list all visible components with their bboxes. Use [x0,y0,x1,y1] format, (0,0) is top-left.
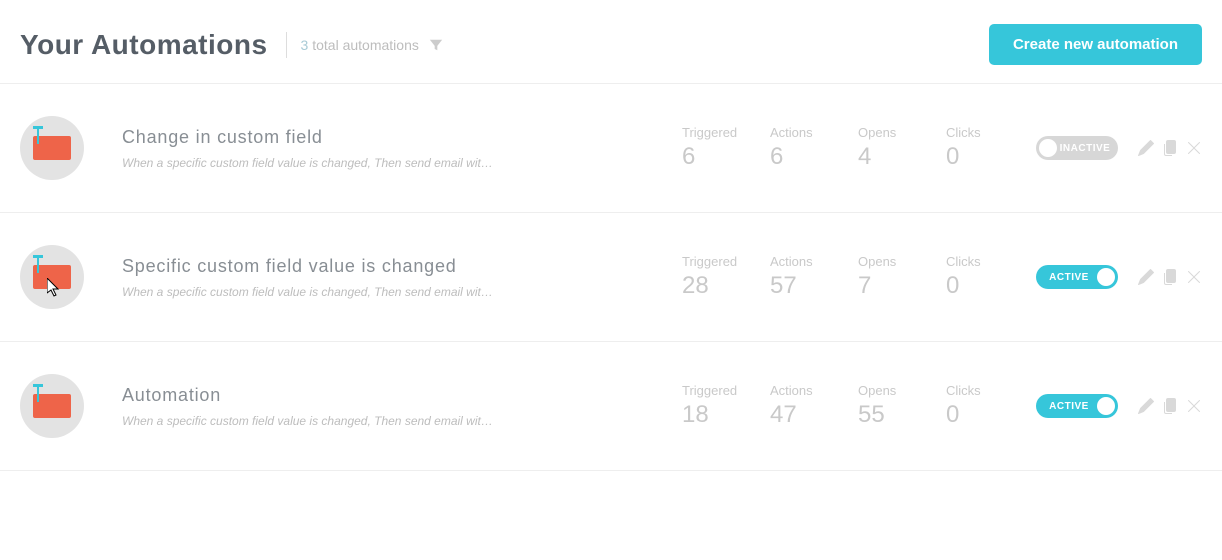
automation-count: 3 total automations [301,37,419,53]
automation-description: When a specific custom field value is ch… [122,156,682,170]
status-toggle[interactable]: ACTIVE [1036,394,1118,418]
stat-triggered: Triggered 28 [682,254,742,300]
header-divider [286,32,287,58]
automation-row[interactable]: Specific custom field value is changed W… [0,213,1222,342]
delete-icon[interactable] [1186,398,1202,414]
automation-title: Change in custom field [122,127,682,148]
edit-icon[interactable] [1138,269,1154,285]
stat-triggered: Triggered 6 [682,125,742,171]
edit-icon[interactable] [1138,140,1154,156]
stat-actions: Actions 47 [770,383,830,429]
status-toggle[interactable]: INACTIVE [1036,136,1118,160]
copy-icon[interactable] [1162,140,1178,156]
automation-title: Specific custom field value is changed [122,256,682,277]
delete-icon[interactable] [1186,269,1202,285]
page-header: Your Automations 3 total automations Cre… [0,0,1222,84]
automation-description: When a specific custom field value is ch… [122,285,682,299]
automation-stats: Triggered 18 Actions 47 Opens 55 Clicks … [682,383,1006,429]
stat-clicks: Clicks 0 [946,125,1006,171]
stat-clicks: Clicks 0 [946,383,1006,429]
automation-icon [20,116,84,180]
row-actions [1138,269,1202,285]
copy-icon[interactable] [1162,269,1178,285]
automation-stats: Triggered 6 Actions 6 Opens 4 Clicks 0 [682,125,1006,171]
status-toggle[interactable]: ACTIVE [1036,265,1118,289]
create-automation-button[interactable]: Create new automation [989,24,1202,65]
stat-actions: Actions 57 [770,254,830,300]
row-actions [1138,140,1202,156]
edit-icon[interactable] [1138,398,1154,414]
stat-opens: Opens 7 [858,254,918,300]
automation-info: Specific custom field value is changed W… [122,256,682,299]
stat-clicks: Clicks 0 [946,254,1006,300]
stat-opens: Opens 4 [858,125,918,171]
automation-stats: Triggered 28 Actions 57 Opens 7 Clicks 0 [682,254,1006,300]
stat-opens: Opens 55 [858,383,918,429]
automation-info: Change in custom field When a specific c… [122,127,682,170]
stat-triggered: Triggered 18 [682,383,742,429]
automation-description: When a specific custom field value is ch… [122,414,682,428]
automation-row[interactable]: Change in custom field When a specific c… [0,84,1222,213]
stat-actions: Actions 6 [770,125,830,171]
automation-icon [20,245,84,309]
automation-icon [20,374,84,438]
filter-icon[interactable] [429,38,443,52]
copy-icon[interactable] [1162,398,1178,414]
count-label: total automations [308,37,419,53]
automation-info: Automation When a specific custom field … [122,385,682,428]
automation-row[interactable]: Automation When a specific custom field … [0,342,1222,471]
page-title: Your Automations [20,29,268,61]
row-actions [1138,398,1202,414]
automation-title: Automation [122,385,682,406]
delete-icon[interactable] [1186,140,1202,156]
